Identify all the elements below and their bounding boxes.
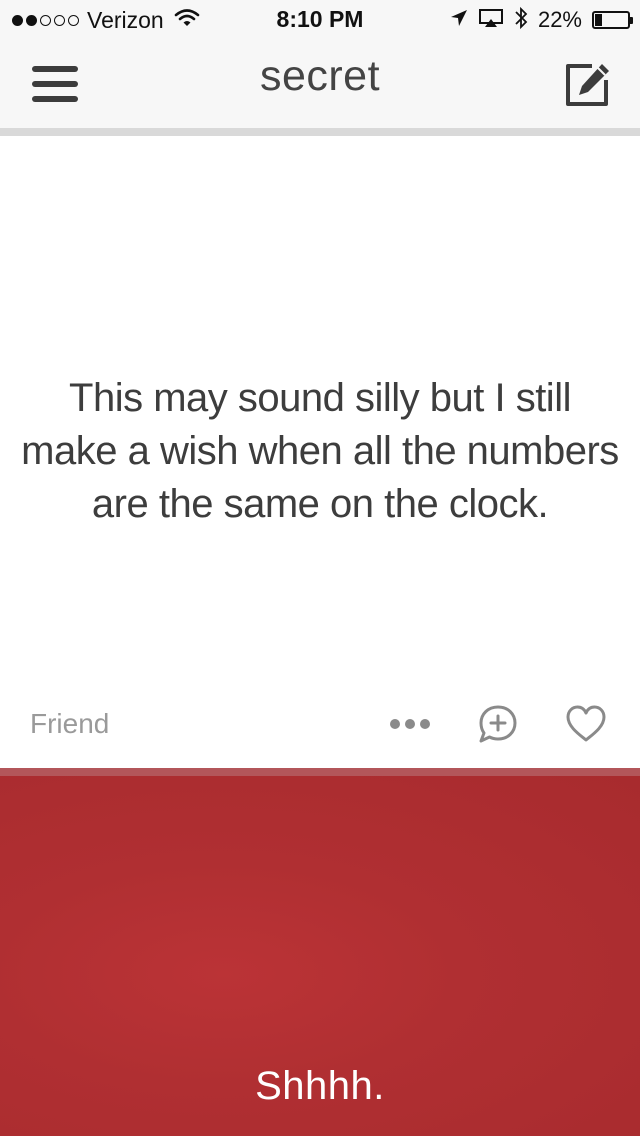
more-dot xyxy=(405,719,415,729)
more-dot xyxy=(420,719,430,729)
more-options-button[interactable] xyxy=(390,710,430,738)
author-label: Friend xyxy=(30,708,110,739)
comment-button[interactable] xyxy=(476,702,520,746)
app-title: secret xyxy=(259,52,381,100)
panel-divider xyxy=(0,768,640,776)
secret-text: This may sound silly but I still make a … xyxy=(21,376,619,526)
location-arrow-icon xyxy=(450,9,468,32)
status-right-group: 22% xyxy=(450,6,633,35)
shhh-label: Shhhh. xyxy=(255,1064,385,1108)
status-bar: Verizon 8:10 PM 22% xyxy=(0,0,640,40)
like-button[interactable] xyxy=(564,704,608,744)
battery-percent: 22% xyxy=(537,7,582,32)
more-dot xyxy=(390,719,400,729)
airplay-icon xyxy=(478,8,504,33)
battery-fill xyxy=(595,14,602,26)
bluetooth-icon xyxy=(514,6,528,35)
compose-icon xyxy=(566,64,609,106)
battery-icon xyxy=(592,11,633,29)
nav-divider xyxy=(0,128,640,136)
compose-button[interactable] xyxy=(562,60,612,110)
heart-icon xyxy=(566,705,606,742)
comment-plus-icon xyxy=(479,705,517,743)
